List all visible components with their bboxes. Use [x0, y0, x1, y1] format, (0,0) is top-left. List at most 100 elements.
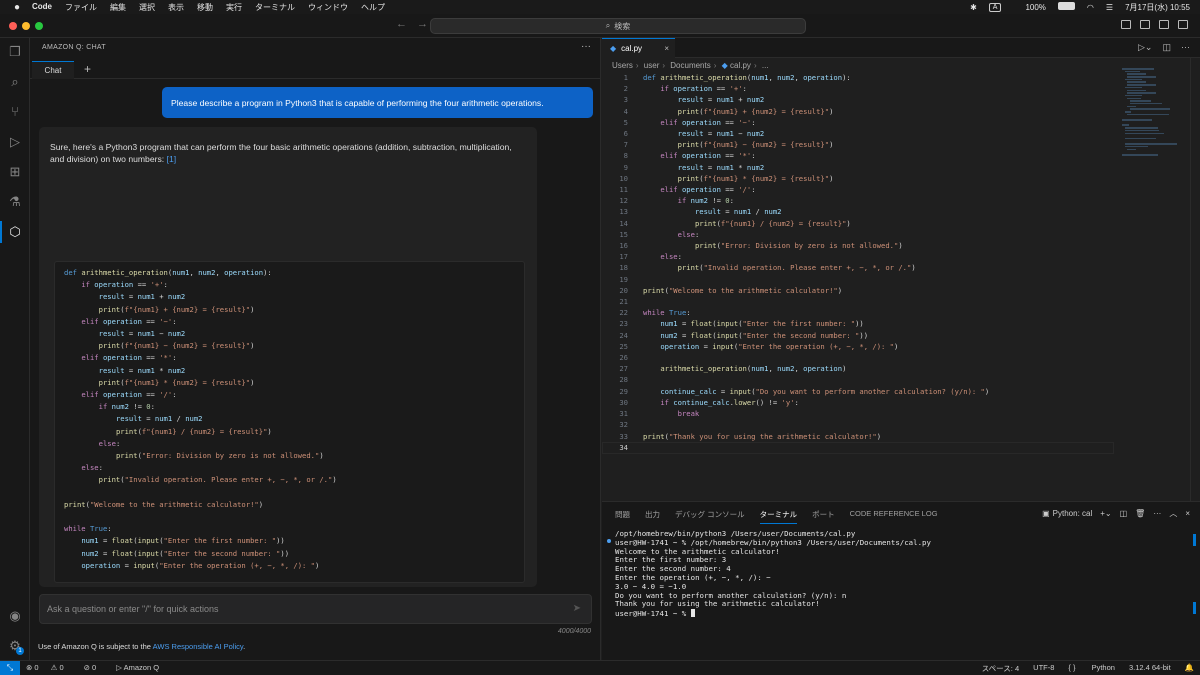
kill-terminal-icon[interactable]: 🗑 [1135, 509, 1145, 518]
terminal-name[interactable]: Python: cal [1053, 509, 1093, 518]
new-terminal-icon[interactable]: +⌄ [1100, 509, 1111, 518]
split-terminal-icon[interactable]: ◫ [1120, 509, 1128, 518]
minimap[interactable] [1122, 68, 1178, 156]
explorer-icon[interactable]: ❐ [7, 44, 23, 60]
menu-view[interactable]: 表示 [168, 2, 184, 13]
forward-arrow-icon[interactable]: → [417, 18, 428, 30]
customize-layout-icon[interactable] [1178, 20, 1188, 29]
extensions-icon[interactable]: ⊞ [7, 164, 23, 180]
reference-link[interactable]: [1] [167, 154, 177, 164]
code-line: num2 = float(input("Enter the second num… [81, 548, 290, 558]
tab-problems[interactable]: 問題 [615, 509, 630, 524]
menu-file[interactable]: ファイル [65, 2, 97, 13]
encoding-status[interactable]: UTF-8 [1033, 663, 1054, 674]
minimap-line [1127, 84, 1157, 86]
tab-cal-py[interactable]: ◆ cal.py × [602, 38, 675, 58]
tab-chat[interactable]: Chat [32, 61, 74, 79]
bluetooth-icon[interactable]: ✱ [970, 3, 977, 12]
ports-status[interactable]: ⊘ 0 [84, 663, 107, 672]
tab-debug-console[interactable]: デバッグ コンソール [675, 509, 745, 524]
back-arrow-icon[interactable]: ← [396, 18, 407, 30]
indentation-status[interactable]: スペース: 4 [982, 663, 1019, 674]
code-line: elif operation == '/': [660, 185, 756, 195]
input-mode-indicator[interactable]: A [988, 2, 1002, 12]
breadcrumb-documents[interactable]: Documents [670, 61, 710, 70]
menu-run[interactable]: 実行 [226, 2, 242, 13]
terminal-line: Welcome to the arithmetic calculator! [615, 546, 780, 556]
code-line: print("Invalid operation. Please enter +… [677, 263, 916, 273]
send-icon[interactable]: ➤ [573, 603, 581, 614]
line-number: 34 [619, 442, 628, 452]
new-chat-tab-icon[interactable]: + [84, 62, 91, 76]
minimize-window-button[interactable] [22, 22, 30, 30]
toggle-secondary-sidebar-icon[interactable] [1159, 20, 1169, 29]
chat-input[interactable]: Ask a question or enter "/" for quick ac… [39, 594, 592, 624]
tab-code-reference-log[interactable]: CODE REFERENCE LOG [850, 509, 938, 524]
apple-icon[interactable]: ● [12, 2, 22, 13]
char-count: 4000/4000 [557, 628, 591, 635]
control-center-icon[interactable]: ☰ [1106, 3, 1113, 12]
command-center-search[interactable]: ⌕ 検索 [430, 18, 806, 34]
status-bar: ⤡ ⊗ 0 ⚠ 0 ⊘ 0 ▷ Amazon Q スペース: 4 UTF-8 {… [0, 660, 1200, 675]
run-debug-icon[interactable]: ▷ [7, 134, 23, 150]
line-number: 9 [623, 162, 628, 172]
breadcrumb-file[interactable]: cal.py [730, 61, 751, 70]
line-number: 4 [623, 106, 628, 116]
menu-edit[interactable]: 編集 [110, 2, 126, 13]
terminal-line: Enter the operation (+, −, *, /): − [615, 572, 771, 582]
code-line: if num2 != 0: [98, 402, 155, 412]
toggle-sidebar-icon[interactable] [1121, 20, 1131, 29]
menu-go[interactable]: 移動 [197, 2, 213, 13]
tab-terminal[interactable]: ターミナル [759, 509, 798, 524]
menu-help[interactable]: ヘルプ [361, 2, 385, 13]
language-status[interactable]: { } Python [1068, 663, 1115, 674]
minimap-line [1124, 111, 1131, 113]
terminal-output[interactable]: /opt/homebrew/bin/python3 /Users/user/Do… [615, 529, 931, 619]
close-tab-icon[interactable]: × [664, 44, 669, 53]
terminal-line: Enter the second number: 4 [615, 564, 731, 574]
close-panel-icon[interactable]: × [1185, 509, 1190, 518]
code-line: print("Error: Division by zero is not al… [115, 451, 324, 461]
tab-ports[interactable]: ポート [812, 509, 835, 524]
split-editor-icon[interactable]: ◫ [1162, 42, 1171, 53]
menu-selection[interactable]: 選択 [139, 2, 155, 13]
editor-scrollbar[interactable] [1190, 58, 1200, 501]
source-control-icon[interactable]: ⑂ [7, 104, 23, 120]
toggle-panel-icon[interactable] [1140, 20, 1150, 29]
testing-icon[interactable]: ⚗ [7, 194, 23, 210]
zoom-window-button[interactable] [35, 22, 43, 30]
menu-terminal[interactable]: ターミナル [255, 2, 295, 13]
problems-status[interactable]: ⊗ 0 ⚠ 0 [26, 663, 74, 672]
breadcrumb-users[interactable]: Users [612, 61, 633, 70]
close-window-button[interactable] [9, 22, 17, 30]
search-icon[interactable]: ⌕ [7, 74, 23, 90]
amazon-q-icon[interactable]: ⬡ [7, 224, 23, 240]
policy-link[interactable]: AWS Responsible AI Policy [153, 642, 243, 651]
breadcrumb-symbols[interactable]: ... [762, 61, 769, 70]
line-number: 19 [619, 274, 628, 284]
menu-app-name[interactable]: Code [32, 2, 52, 13]
activity-bar: ❐ ⌕ ⑂ ▷ ⊞ ⚗ ⬡ ◉ ⚙ 1 [0, 38, 30, 660]
code-editor[interactable]: def arithmetic_operation(num1, num2, ope… [643, 72, 989, 442]
bottom-panel: 問題 出力 デバッグ コンソール ターミナル ポート CODE REFERENC… [602, 501, 1200, 660]
code-line: print(f"{num1} − {num2} = {result}") [677, 140, 834, 150]
more-actions-icon[interactable]: ··· [581, 41, 591, 52]
chat-panel-title: AMAZON Q: CHAT [42, 44, 106, 51]
maximize-panel-icon[interactable]: ︿ [1169, 508, 1177, 519]
notifications-bell-icon[interactable]: 🔔 [1185, 663, 1194, 674]
interpreter-status[interactable]: 3.12.4 64-bit [1129, 663, 1171, 674]
wifi-icon[interactable]: ◠ [1087, 3, 1094, 12]
tab-output[interactable]: 出力 [645, 509, 660, 524]
menu-window[interactable]: ウィンドウ [308, 2, 348, 13]
account-icon[interactable]: ◉ [7, 608, 23, 624]
code-line: print(f"{num1} − {num2} = {result}") [98, 341, 255, 351]
battery-icon[interactable] [1057, 2, 1075, 10]
editor-more-actions-icon[interactable]: ··· [1181, 42, 1190, 53]
panel-more-icon[interactable]: ··· [1153, 509, 1161, 518]
datetime[interactable]: 7月17日(水) 10:55 [1125, 2, 1190, 13]
breadcrumb-user[interactable]: user [644, 61, 660, 70]
run-python-file-icon[interactable]: ▷⌄ [1138, 42, 1152, 53]
remote-indicator-icon[interactable]: ⤡ [0, 661, 20, 675]
editor-group: ◆ cal.py × ▷⌄ ◫ ··· Users › user › Documen… [602, 38, 1200, 501]
amazon-q-status[interactable]: ▷ Amazon Q [116, 663, 169, 672]
